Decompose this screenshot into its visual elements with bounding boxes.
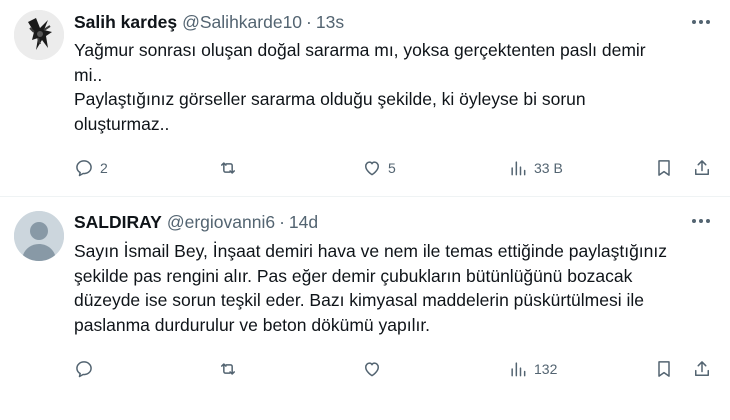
- reply-button[interactable]: 2: [74, 155, 108, 181]
- retweet-button[interactable]: [218, 356, 244, 382]
- reply-button[interactable]: [74, 356, 100, 382]
- retweet-icon: [221, 363, 235, 375]
- bookmark-button[interactable]: [654, 356, 674, 382]
- heart-icon: [365, 362, 379, 377]
- default-avatar-icon: [14, 211, 64, 261]
- views-icon: [511, 362, 526, 377]
- tweet-text: Sayın İsmail Bey, İnşaat demiri hava ve …: [74, 239, 714, 337]
- more-options-icon[interactable]: [692, 219, 710, 223]
- tweet-text: Yağmur sonrası oluşan doğal sararma mı, …: [74, 38, 714, 136]
- views-button[interactable]: 33 B: [508, 155, 563, 181]
- timestamp[interactable]: 13s: [316, 11, 344, 33]
- separator-dot: ·: [306, 12, 312, 32]
- like-count: 5: [388, 160, 396, 176]
- view-count: 132: [534, 361, 558, 377]
- user-handle[interactable]: @Salihkarde10: [182, 11, 302, 33]
- separator-dot: ·: [279, 212, 285, 232]
- share-icon: [695, 361, 709, 376]
- heart-icon: [365, 161, 379, 176]
- share-button[interactable]: [692, 356, 712, 382]
- avatar-image: [14, 10, 64, 60]
- tweet-text-line: oluşturmaz..: [74, 113, 170, 134]
- reply-icon: [76, 361, 92, 378]
- tweet-header: Salih kardeş @Salihkarde10 · 13s: [74, 11, 344, 33]
- more-options-icon[interactable]: [692, 20, 710, 24]
- bookmark-icon: [658, 160, 670, 176]
- display-name[interactable]: Salih kardeş: [74, 11, 177, 33]
- bookmark-icon: [658, 361, 670, 377]
- like-button[interactable]: [362, 356, 388, 382]
- views-icon: [511, 161, 526, 176]
- tweet-text-line: Sayın İsmail Bey, İnşaat demiri hava ve …: [74, 241, 668, 261]
- retweet-button[interactable]: [218, 155, 244, 181]
- action-bar: 132: [0, 356, 730, 382]
- avatar[interactable]: [14, 211, 64, 261]
- tweet-text-line: mi..: [74, 64, 103, 85]
- tweet[interactable]: SALDIRAY @ergiovanni6 · 14d Sayın İsmail…: [0, 197, 730, 420]
- share-icon: [695, 160, 709, 175]
- action-bar: 2 5 33 B: [0, 155, 730, 181]
- tweet-text-line: Paylaştığınız görseller sararma olduğu ş…: [74, 89, 586, 109]
- display-name[interactable]: SALDIRAY: [74, 211, 162, 233]
- share-button[interactable]: [692, 155, 712, 181]
- reply-icon: [76, 160, 92, 177]
- bookmark-button[interactable]: [654, 155, 674, 181]
- like-button[interactable]: 5: [362, 155, 396, 181]
- tweet[interactable]: Salih kardeş @Salihkarde10 · 13s Yağmur …: [0, 0, 730, 196]
- tweet-text-line: şekilde pas rengini alır. Pas eğer demir…: [74, 265, 633, 286]
- tweet-text-line: düzeyde ise sorun teşkil eder. Bazı kimy…: [74, 290, 644, 310]
- tweet-text-line: paslanma durdurulur ve beton dökümü yapı…: [74, 314, 431, 335]
- view-count: 33 B: [534, 160, 563, 176]
- retweet-icon: [221, 162, 235, 174]
- user-handle[interactable]: @ergiovanni6: [167, 211, 275, 233]
- timestamp[interactable]: 14d: [289, 211, 318, 233]
- views-button[interactable]: 132: [508, 356, 557, 382]
- reply-count: 2: [100, 160, 108, 176]
- tweet-header: SALDIRAY @ergiovanni6 · 14d: [74, 211, 318, 233]
- avatar[interactable]: [14, 10, 64, 60]
- tweet-text-line: Yağmur sonrası oluşan doğal sararma mı, …: [74, 40, 646, 60]
